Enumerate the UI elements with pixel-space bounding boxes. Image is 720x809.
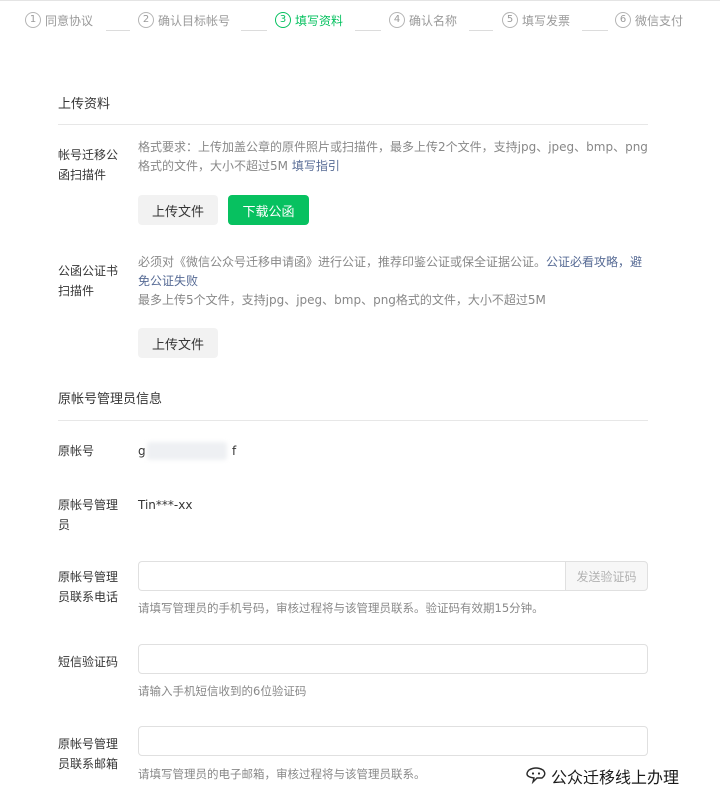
step-separator	[355, 30, 381, 31]
section-divider	[58, 124, 648, 125]
phone-hint: 请填写管理员的手机号码，审核过程将与该管理员联系。验证码有效期15分钟。	[138, 601, 544, 615]
sms-code-hint: 请输入手机短信收到的6位验证码	[138, 684, 307, 698]
migration-letter-label: 帐号迁移公函扫描件	[58, 148, 119, 182]
step-number: 5	[502, 12, 518, 28]
account-label: 原帐号	[58, 444, 95, 458]
upload-notary-button[interactable]: 上传文件	[138, 328, 218, 358]
sms-code-label: 短信验证码	[58, 655, 119, 669]
step-separator	[582, 30, 608, 31]
step-number: 6	[615, 12, 631, 28]
notary-label: 公函公证书扫描件	[58, 264, 119, 298]
step-number: 2	[138, 12, 154, 28]
download-letter-button[interactable]: 下载公函	[228, 195, 309, 225]
email-label: 原帐号管理员联系邮箱	[58, 737, 119, 771]
wechat-official-account-icon	[526, 767, 546, 785]
phone-input[interactable]	[138, 561, 566, 591]
admin-name-label: 原帐号管理员	[58, 498, 119, 532]
step-number: 1	[25, 12, 41, 28]
account-redaction	[147, 442, 227, 460]
email-input[interactable]	[138, 726, 648, 756]
migration-letter-desc: 格式要求：上传加盖公章的原件照片或扫描件，最多上传2个文件，支持jpg、jpeg…	[138, 138, 648, 176]
notary-desc-limits: 最多上传5个文件，支持jpg、jpeg、bmp、png格式的文件，大小不超过5M	[138, 293, 546, 307]
progress-steps: 1 同意协议 2 确认目标帐号 3 填写资料 4 确认名称 5 填写发票 6 微…	[0, 10, 720, 31]
phone-label: 原帐号管理员联系电话	[58, 570, 119, 604]
upload-migration-letter-button[interactable]: 上传文件	[138, 195, 218, 225]
step-label: 填写发票	[522, 13, 571, 28]
migration-letter-desc-text: 格式要求：上传加盖公章的原件照片或扫描件，最多上传2个文件，支持jpg、jpeg…	[138, 140, 648, 173]
fill-guide-link[interactable]: 填写指引	[292, 159, 340, 173]
account-value-end: f	[232, 444, 237, 458]
step-fill-info: 3 填写资料	[275, 10, 343, 30]
step-confirm-target: 2 确认目标帐号	[138, 10, 230, 30]
notary-desc: 必须对《微信公众号迁移申请函》进行公证，推荐印鉴公证或保全证据公证。公证必看攻略…	[138, 253, 648, 310]
admin-name-value: Tin***-xx	[138, 498, 193, 512]
notary-desc-text: 必须对《微信公众号迁移申请函》进行公证，推荐印鉴公证或保全证据公证。	[138, 255, 547, 269]
step-label: 微信支付	[635, 13, 684, 28]
account-value-start: g	[138, 444, 146, 458]
watermark: 公众迁移线上办理	[525, 764, 679, 788]
step-separator	[469, 30, 493, 31]
watermark-text: 公众迁移线上办理	[551, 768, 680, 787]
section-title-upload: 上传资料	[58, 97, 111, 112]
step-separator	[241, 30, 267, 31]
step-label: 确认名称	[409, 13, 458, 28]
step-invoice: 5 填写发票	[502, 10, 570, 30]
sms-code-input[interactable]	[138, 644, 648, 674]
step-confirm-name: 4 确认名称	[389, 10, 457, 30]
step-agree: 1 同意协议	[25, 10, 93, 30]
step-label: 确认目标帐号	[158, 13, 231, 28]
step-label: 同意协议	[45, 13, 94, 28]
step-wechat-pay: 6 微信支付	[615, 10, 683, 30]
step-number: 4	[389, 12, 405, 28]
step-label: 填写资料	[295, 13, 344, 28]
email-hint: 请填写管理员的电子邮箱，审核过程将与该管理员联系。	[138, 767, 426, 781]
send-code-button[interactable]: 发送验证码	[565, 561, 648, 591]
step-number: 3	[275, 12, 291, 28]
section-title-admin: 原帐号管理员信息	[58, 392, 163, 407]
section-divider	[58, 420, 648, 421]
top-border	[0, 0, 720, 1]
step-separator	[106, 30, 130, 31]
